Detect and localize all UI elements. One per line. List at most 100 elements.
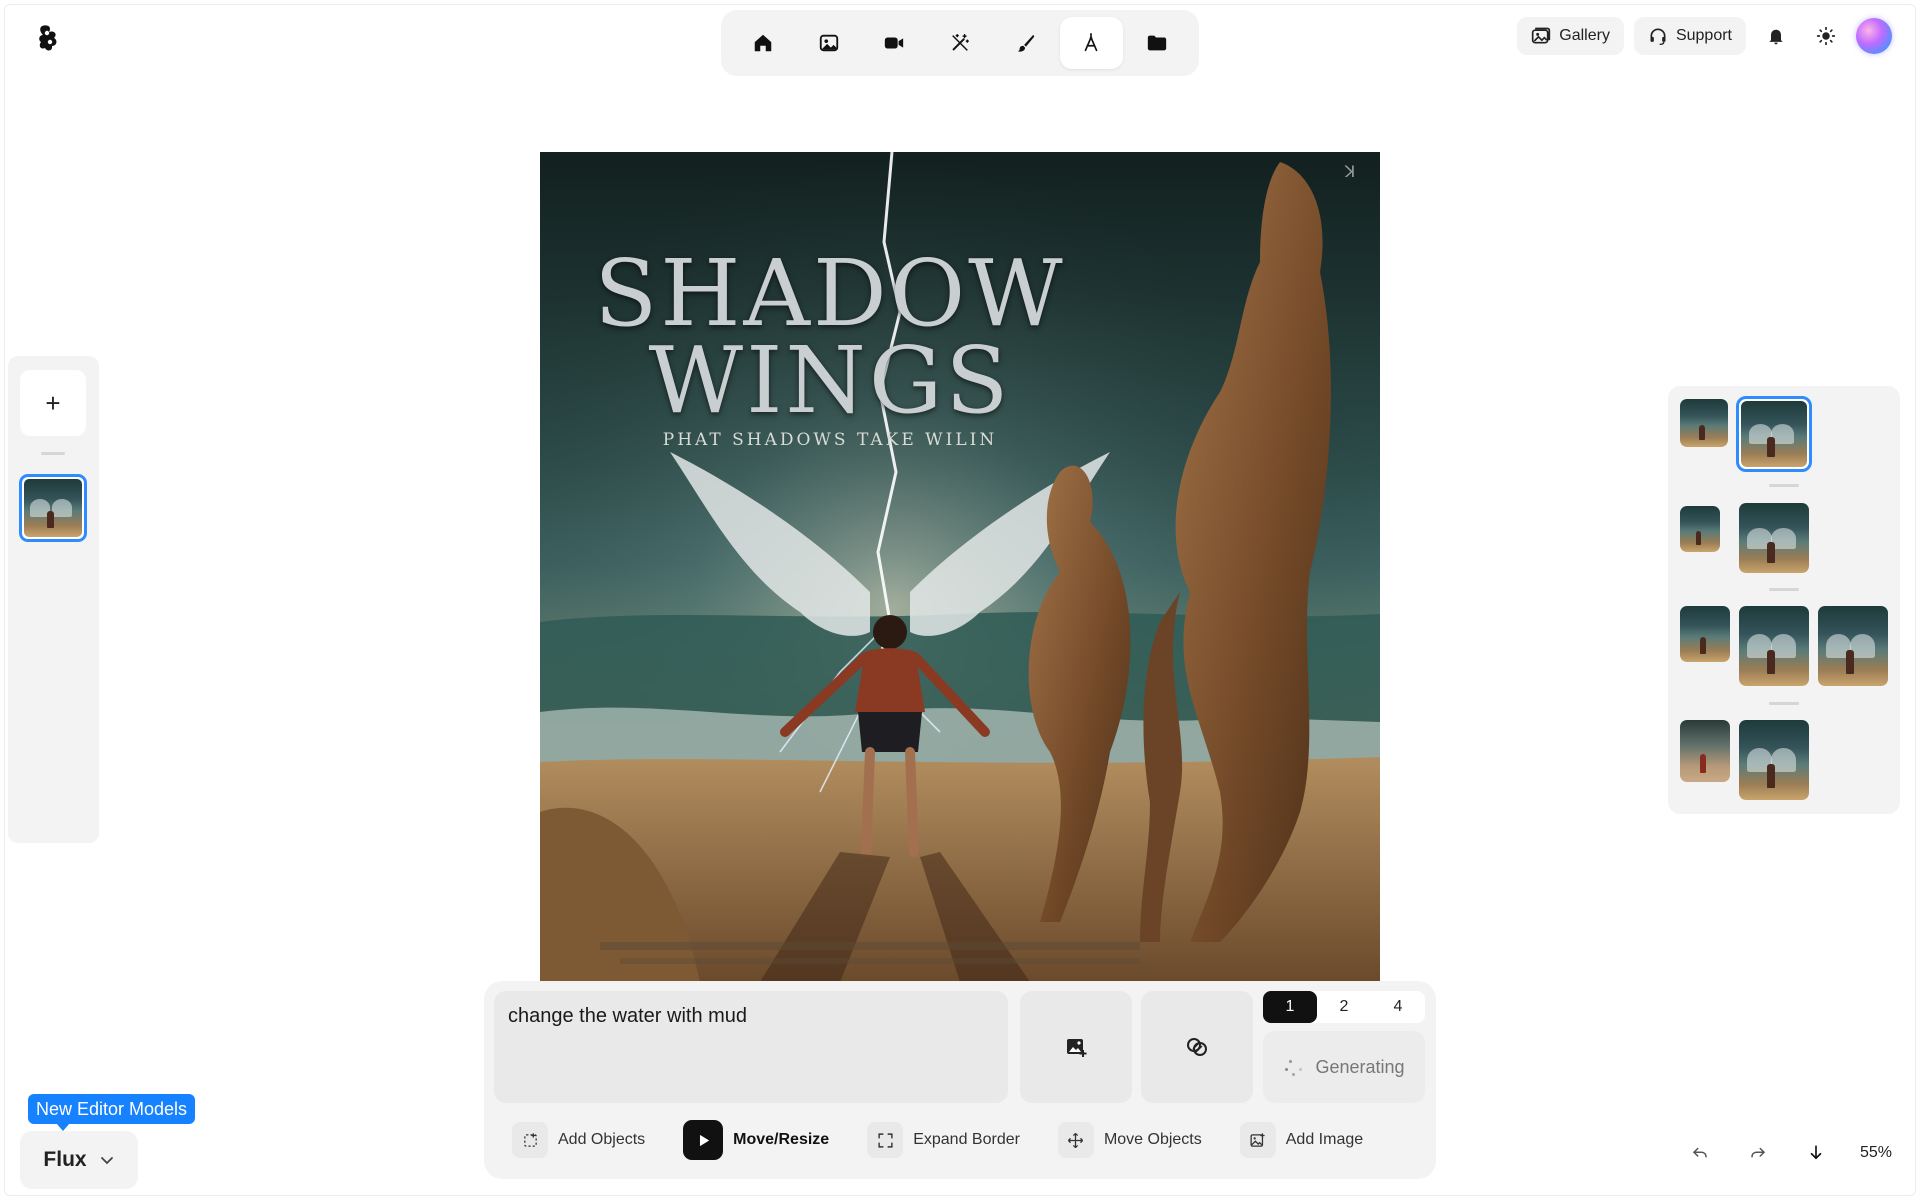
generate-button[interactable]: Generating xyxy=(1263,1031,1425,1103)
canvas-controls: 55% xyxy=(1682,1136,1892,1170)
svg-text:ꓘ: ꓘ xyxy=(1344,162,1356,181)
thumbnail-image xyxy=(24,479,82,537)
count-option-1[interactable]: 1 xyxy=(1263,991,1317,1023)
poster-title: SHADOW WINGS xyxy=(540,240,1120,435)
play-icon xyxy=(699,1134,709,1146)
thumb-figure xyxy=(1700,636,1706,654)
add-layer-button[interactable]: + xyxy=(20,370,86,436)
tool-add-objects-label: Add Objects xyxy=(558,1131,646,1148)
history-divider xyxy=(1769,484,1799,487)
history-panel xyxy=(1668,386,1900,814)
download-icon xyxy=(1810,1145,1822,1160)
add-image-icon-wrap xyxy=(1239,1122,1276,1158)
add-reference-image-button[interactable] xyxy=(1020,991,1132,1103)
plus-icon: + xyxy=(45,387,61,418)
folder-icon xyxy=(1148,35,1167,51)
prompt-input[interactable]: change the water with mud xyxy=(494,991,1008,1103)
chevron-down-icon xyxy=(100,1157,113,1165)
thumbnail-image xyxy=(1741,401,1807,467)
thumbnail-image xyxy=(1680,720,1730,782)
history-divider xyxy=(1769,702,1799,705)
history-thumb[interactable] xyxy=(1739,720,1809,800)
redo-button[interactable] xyxy=(1740,1136,1776,1170)
nav-home[interactable] xyxy=(731,17,795,69)
nav-magic[interactable] xyxy=(928,17,992,69)
spinner-icon xyxy=(1283,1056,1305,1078)
history-thumb[interactable] xyxy=(1680,606,1730,662)
prompt-panel: change the water with mud 1 2 4 Generati… xyxy=(484,981,1436,1179)
tool-move-resize-label: Move/Resize xyxy=(733,1131,830,1148)
tool-add-objects[interactable]: Add Objects xyxy=(512,1122,645,1158)
play-icon-wrap xyxy=(683,1120,724,1160)
zoom-level[interactable]: 55% xyxy=(1860,1144,1892,1162)
image-icon xyxy=(819,34,838,52)
notifications-button[interactable] xyxy=(1756,17,1796,55)
canvas-image[interactable]: ꓘ SHADOW WINGS PHAT SHADOWS TAKE WILIN xyxy=(540,152,1380,982)
tool-expand-border[interactable]: Expand Border xyxy=(867,1122,1020,1158)
user-avatar[interactable] xyxy=(1856,18,1892,54)
thumb-figure xyxy=(1767,764,1776,788)
style-reference-button[interactable] xyxy=(1141,991,1253,1103)
tool-move-objects-label: Move Objects xyxy=(1103,1131,1202,1148)
download-button[interactable] xyxy=(1798,1136,1834,1170)
support-label: Support xyxy=(1675,27,1732,44)
undo-button[interactable] xyxy=(1682,1136,1718,1170)
tool-add-image[interactable]: Add Image xyxy=(1239,1122,1364,1158)
expand-icon xyxy=(878,1132,893,1148)
thumb-figure xyxy=(47,510,55,529)
nav-brush[interactable] xyxy=(994,17,1058,69)
new-models-badge: New Editor Models xyxy=(28,1094,196,1131)
tool-move-resize[interactable]: Move/Resize xyxy=(683,1120,829,1160)
history-thumb[interactable] xyxy=(1680,506,1720,552)
tool-move-objects[interactable]: Move Objects xyxy=(1057,1122,1202,1158)
undo-icon xyxy=(1692,1147,1707,1158)
thumbnail-image xyxy=(1739,606,1809,686)
poster-title-line1: SHADOW xyxy=(594,240,1066,347)
app-logo[interactable] xyxy=(38,24,60,52)
nav-image[interactable] xyxy=(797,17,861,69)
history-thumb[interactable] xyxy=(1680,399,1728,447)
model-selected-label: Flux xyxy=(43,1148,87,1171)
model-dropdown[interactable]: Flux xyxy=(20,1131,138,1189)
headset-icon xyxy=(1650,28,1666,45)
support-button[interactable]: Support xyxy=(1633,17,1746,55)
sun-icon xyxy=(1816,26,1836,46)
layer-thumbnail-selected[interactable] xyxy=(19,474,87,542)
layers-panel: + xyxy=(8,356,99,843)
count-option-4[interactable]: 4 xyxy=(1371,991,1425,1023)
gallery-label: Gallery xyxy=(1559,27,1610,44)
count-option-2[interactable]: 2 xyxy=(1317,991,1371,1023)
gallery-button[interactable]: Gallery xyxy=(1517,17,1624,55)
nav-folder[interactable] xyxy=(1125,17,1189,69)
gallery-icon xyxy=(1532,27,1551,44)
history-thumb[interactable] xyxy=(1739,606,1809,686)
image-plus-icon xyxy=(1067,1039,1087,1057)
thumbnail-image xyxy=(1818,606,1888,686)
expand-icon-wrap xyxy=(867,1122,904,1158)
bell-icon xyxy=(1769,29,1783,45)
edit-tools-row: Add Objects Move/Resize Expand Border Mo… xyxy=(512,1118,1412,1162)
header-actions: Gallery Support xyxy=(1517,17,1892,55)
history-thumb[interactable] xyxy=(1739,503,1809,573)
history-thumb[interactable] xyxy=(1680,720,1730,782)
history-thumb[interactable] xyxy=(1818,606,1888,686)
theme-toggle[interactable] xyxy=(1806,17,1846,55)
panel-divider xyxy=(41,452,65,455)
thumb-figure xyxy=(1846,650,1855,674)
image-count-selector: 1 2 4 xyxy=(1263,991,1425,1023)
tool-add-image-label: Add Image xyxy=(1285,1131,1364,1148)
add-objects-icon xyxy=(523,1132,537,1147)
thumbnail-image xyxy=(1680,399,1728,447)
nav-video[interactable] xyxy=(862,17,926,69)
home-icon xyxy=(754,34,772,52)
thumb-figure xyxy=(1700,754,1706,773)
poster-title-line2: WINGS xyxy=(648,327,1012,435)
thumbnail-image xyxy=(1739,720,1809,800)
magic-wand-icon xyxy=(952,34,969,51)
tool-expand-border-label: Expand Border xyxy=(913,1131,1020,1148)
thumbnail-image xyxy=(1680,606,1730,662)
history-thumb-selected[interactable] xyxy=(1736,396,1812,472)
nav-pen[interactable] xyxy=(1059,17,1124,69)
move-icon-wrap xyxy=(1057,1122,1094,1158)
pen-nib-icon xyxy=(1085,33,1098,52)
